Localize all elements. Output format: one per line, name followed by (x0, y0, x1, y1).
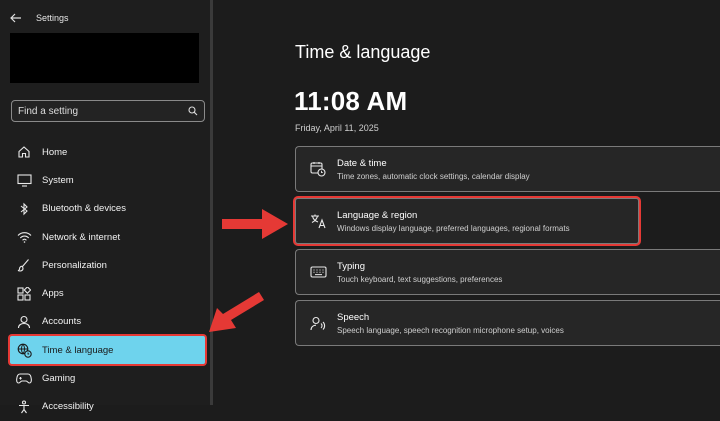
wifi-icon (16, 230, 32, 244)
search-input[interactable] (18, 105, 188, 117)
annotation-arrow-down-left-icon (209, 292, 264, 332)
card-title: Typing (337, 260, 365, 272)
monitor-icon (16, 173, 32, 187)
annotation-arrow-right-icon (222, 209, 288, 239)
sidebar-item-apps[interactable]: Apps (10, 279, 205, 307)
card-title: Speech (337, 311, 370, 323)
sidebar-item-label: Apps (42, 288, 64, 300)
sidebar-item-home[interactable]: Home (10, 138, 205, 166)
brush-icon (16, 258, 32, 272)
search-box[interactable] (11, 100, 205, 122)
sidebar: Settings Home System Bluetooth & devices (0, 0, 210, 414)
card-language-region[interactable]: Language & region Windows display langua… (295, 198, 639, 244)
card-typing[interactable]: Typing Touch keyboard, text suggestions,… (295, 249, 720, 295)
bluetooth-icon (16, 202, 32, 216)
accessibility-icon (16, 400, 32, 414)
sidebar-item-label: Home (42, 146, 68, 158)
card-subtitle: Touch keyboard, text suggestions, prefer… (337, 274, 503, 284)
sidebar-item-accessibility[interactable]: Accessibility (10, 393, 205, 421)
sidebar-item-gaming[interactable]: Gaming (10, 364, 205, 392)
calendar-clock-icon (309, 160, 327, 178)
sidebar-item-bluetooth[interactable]: Bluetooth & devices (10, 195, 205, 223)
page-title: Time & language (295, 42, 431, 62)
speech-icon (309, 314, 327, 332)
sidebar-item-label: Bluetooth & devices (42, 203, 126, 215)
sidebar-item-label: System (42, 174, 74, 186)
sidebar-item-label: Gaming (42, 373, 76, 385)
title-bar: Settings (10, 11, 69, 25)
app-title: Settings (36, 13, 69, 23)
sidebar-item-label: Accessibility (42, 401, 94, 413)
card-date-time[interactable]: Date & time Time zones, automatic clock … (295, 146, 720, 192)
card-title: Language & region (337, 209, 418, 221)
sidebar-item-label: Time & language (42, 344, 114, 356)
back-arrow-icon[interactable] (10, 12, 24, 24)
keyboard-icon (309, 263, 327, 281)
sidebar-nav: Home System Bluetooth & devices Network … (10, 138, 210, 421)
home-icon (16, 145, 32, 159)
globe-clock-icon (16, 343, 32, 358)
card-subtitle: Speech language, speech recognition micr… (337, 325, 564, 335)
card-subtitle: Windows display language, preferred lang… (337, 223, 570, 233)
person-icon (16, 315, 32, 329)
card-speech[interactable]: Speech Speech language, speech recogniti… (295, 300, 720, 346)
sidebar-item-label: Personalization (42, 259, 107, 271)
sidebar-item-label: Accounts (42, 316, 82, 328)
gamepad-icon (16, 372, 32, 386)
sidebar-item-time-language[interactable]: Time & language (10, 336, 205, 365)
sidebar-item-personalization[interactable]: Personalization (10, 251, 205, 279)
sidebar-item-accounts[interactable]: Accounts (10, 308, 205, 336)
current-date: Friday, April 11, 2025 (295, 123, 379, 133)
current-time: 11:08 AM (294, 86, 408, 116)
profile-card-redacted[interactable] (10, 33, 199, 83)
sidebar-item-label: Network & internet (42, 231, 121, 243)
card-title: Date & time (337, 157, 387, 169)
apps-icon (16, 286, 32, 301)
card-subtitle: Time zones, automatic clock settings, ca… (337, 171, 530, 181)
pane-divider (210, 0, 213, 405)
language-icon (309, 212, 327, 230)
sidebar-item-system[interactable]: System (10, 166, 205, 194)
search-icon[interactable] (188, 106, 198, 116)
sidebar-item-network[interactable]: Network & internet (10, 223, 205, 251)
